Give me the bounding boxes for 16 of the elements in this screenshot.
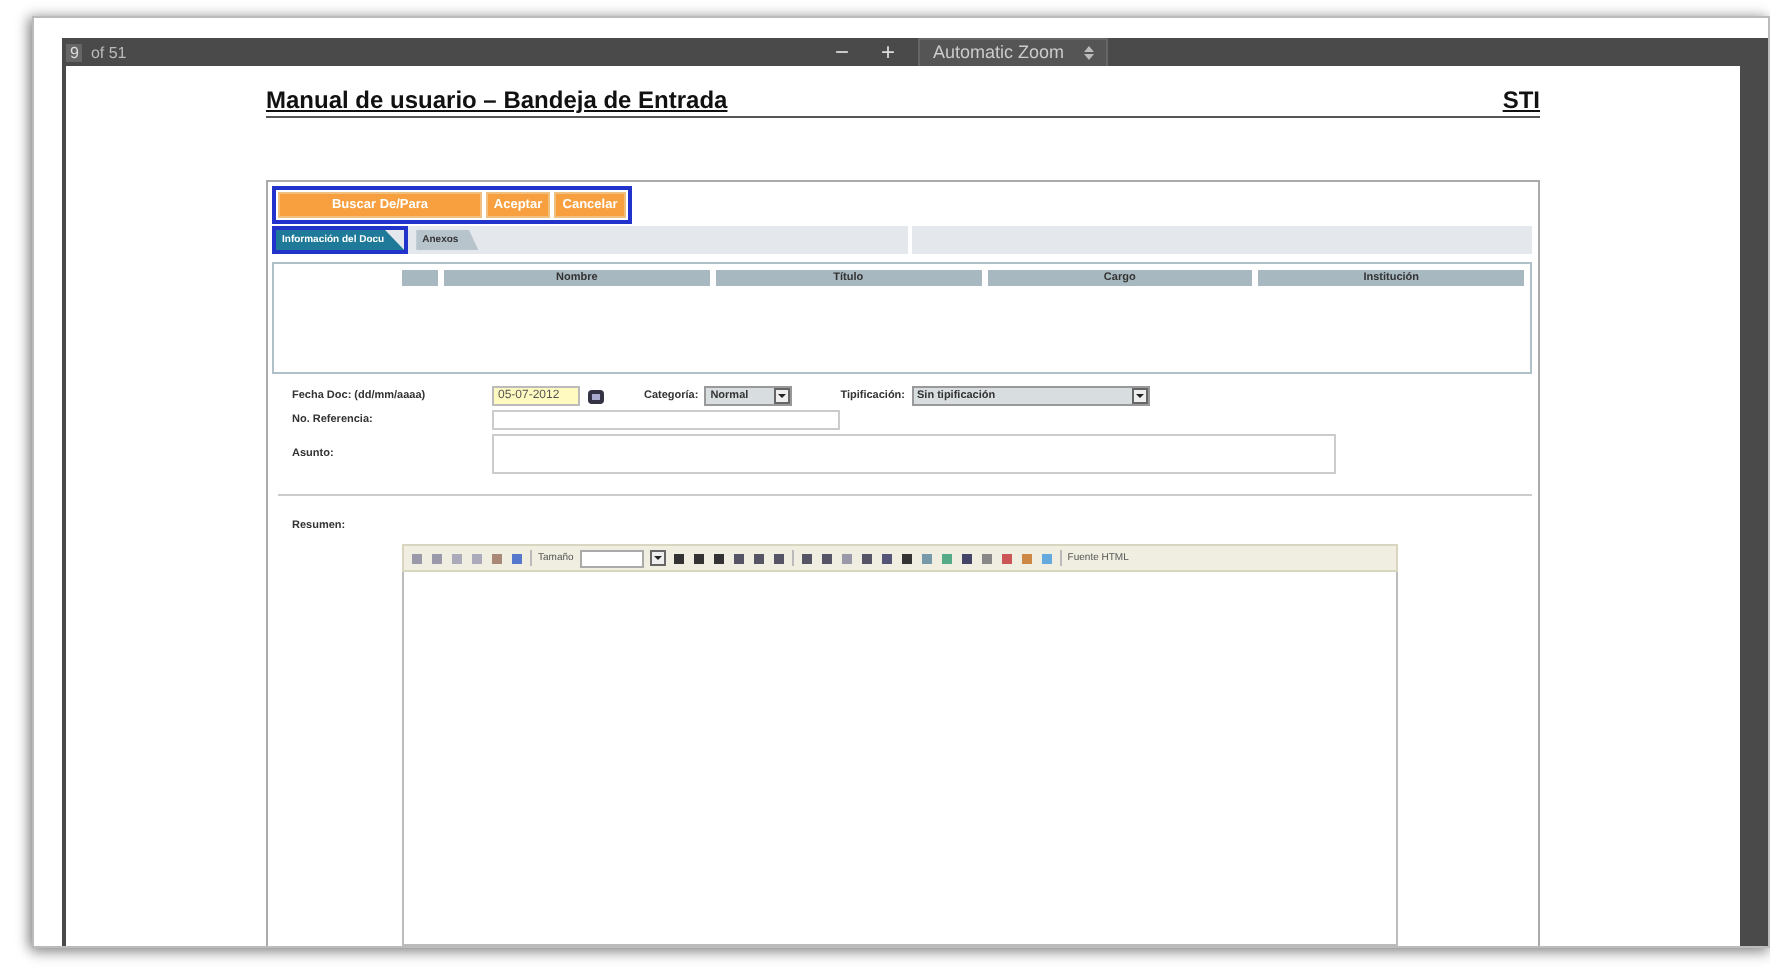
calendar-icon[interactable] <box>588 389 604 403</box>
subject-field[interactable] <box>492 434 1336 474</box>
document-title: Manual de usuario – Bandeja de Entrada <box>266 86 728 114</box>
zoom-in-button[interactable]: + <box>872 38 903 66</box>
zoom-select[interactable]: Automatic Zoom <box>918 37 1108 67</box>
size-field[interactable] <box>579 549 644 567</box>
dropdown-arrow-icon[interactable] <box>774 388 791 404</box>
dropdown-arrow-icon[interactable] <box>1131 388 1147 404</box>
zoom-out-button[interactable]: − <box>826 38 857 66</box>
dropdown-arrow-icon[interactable] <box>649 550 666 566</box>
document-org: STI <box>1502 86 1540 114</box>
input-field[interactable] <box>492 410 840 430</box>
caret-icon <box>1084 45 1094 59</box>
page-count: of 51 <box>90 43 127 61</box>
page-number-field[interactable]: 9 <box>66 43 83 61</box>
table-header-cell <box>402 270 438 286</box>
